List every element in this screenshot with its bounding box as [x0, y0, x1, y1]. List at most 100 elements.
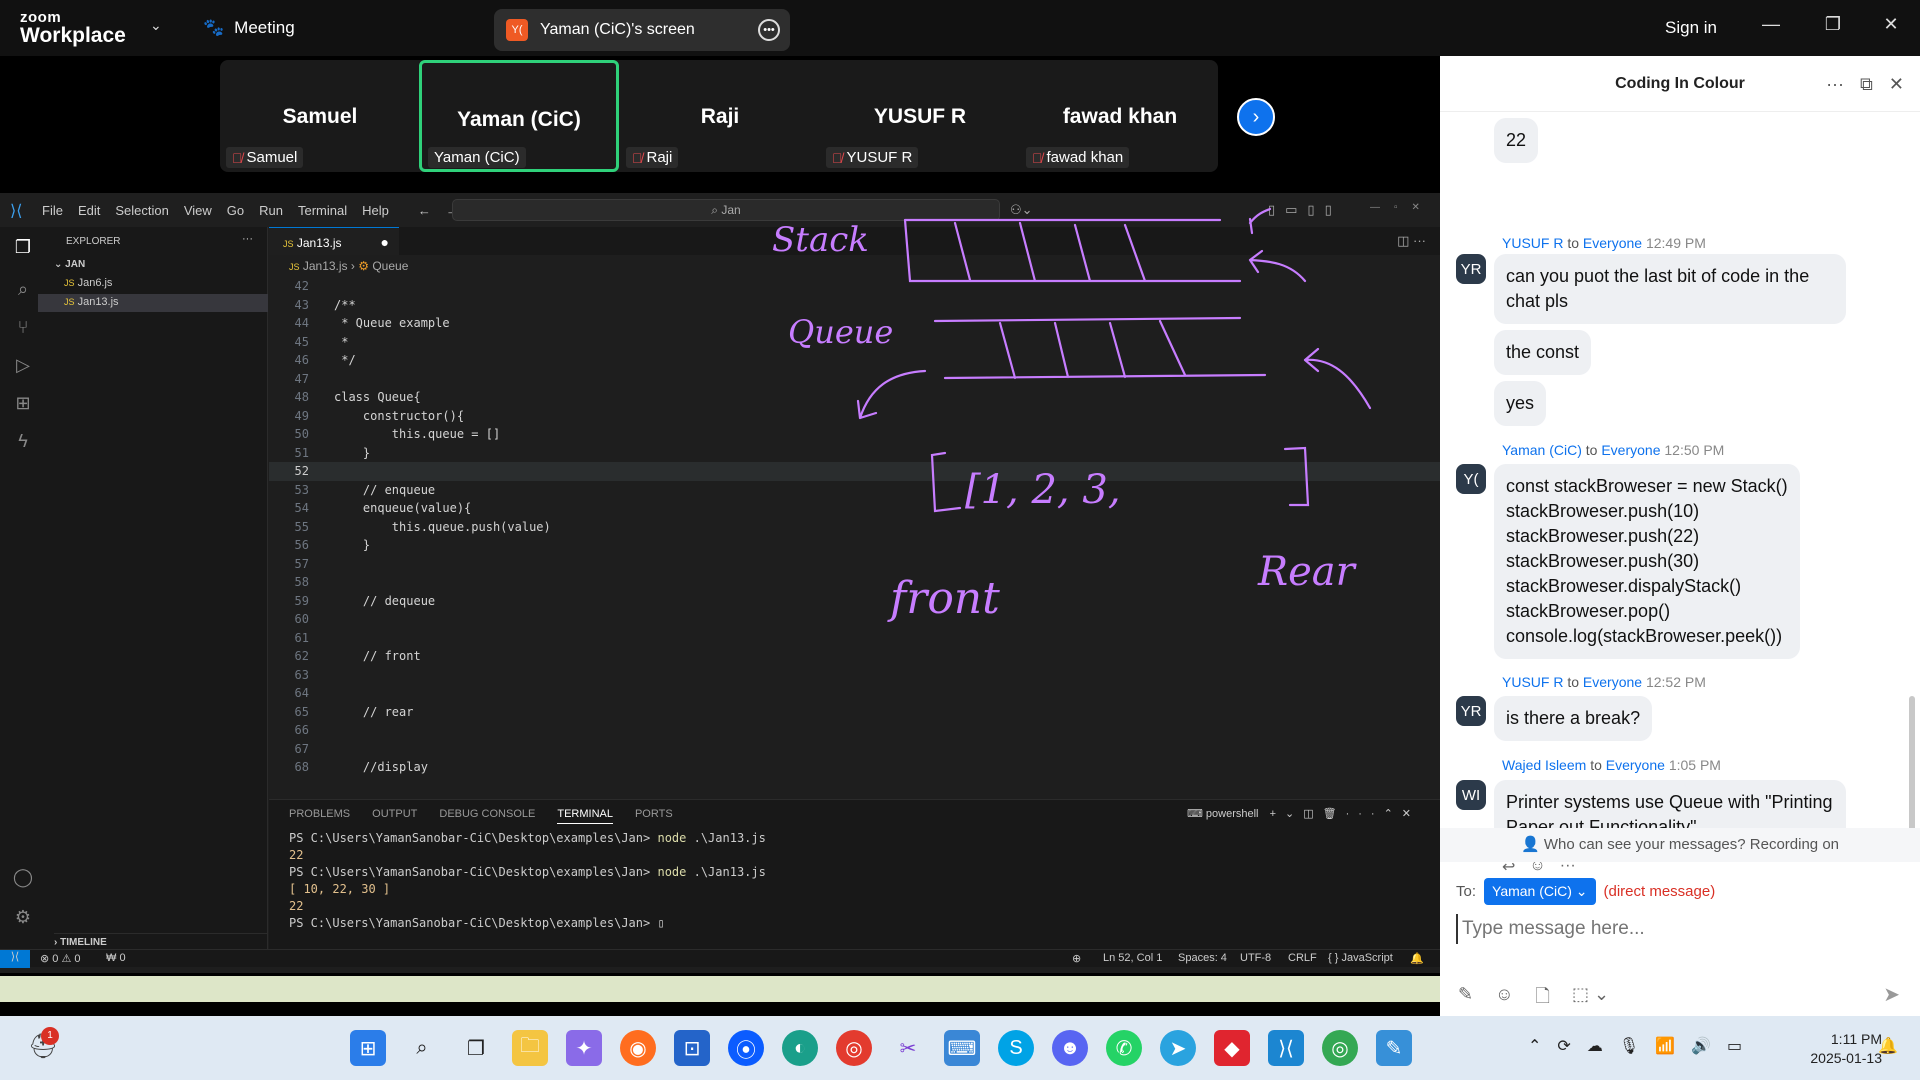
screen-share-pill[interactable]: Y( Yaman (CiC)'s screen ••• [494, 9, 790, 51]
windows-taskbar: ⛑ ⊞ ⌕ ❐ 🗀 ✦ ◉ ⊡ ⦿ ◐ ◎ ✂ ⌨ S ☻ ✆ ➤ ◆ ⟩⟨ ◎… [0, 1016, 1920, 1080]
ports-count[interactable]: ₩ 0 [106, 952, 126, 964]
terminal-output[interactable]: PS C:\Users\YamanSanobar-CiC\Desktop\exa… [289, 830, 766, 932]
telegram-icon[interactable]: ➤ [1160, 1030, 1196, 1066]
encoding[interactable]: UTF-8 [1240, 952, 1271, 964]
skype-icon[interactable]: S [998, 1030, 1034, 1066]
recipient-dropdown[interactable]: Yaman (CiC) ⌄ [1484, 878, 1596, 905]
snipping-tool-icon[interactable]: ✂ [890, 1030, 926, 1066]
bell-icon[interactable]: 🔔 [1410, 952, 1424, 965]
screenshot-icon[interactable]: ⬚ ⌄ [1572, 984, 1609, 1014]
emoji-icon[interactable]: ☺ [1495, 984, 1513, 1014]
zoom-icon[interactable]: ⊕ [1072, 952, 1081, 965]
shared-taskbar [0, 976, 1440, 1002]
paint-icon[interactable]: ✎ [1376, 1030, 1412, 1066]
chrome-icon[interactable]: ◎ [836, 1030, 872, 1066]
zoom-icon[interactable]: ⦿ [728, 1030, 764, 1066]
indentation[interactable]: Spaces: 4 [1178, 952, 1227, 964]
meeting-menu[interactable]: 🐾 Meeting [203, 18, 295, 38]
zoom-top-bar: zoom Workplace ⌄ 🐾 Meeting Y( Yaman (CiC… [0, 0, 1920, 56]
edge-icon[interactable]: ◐ [782, 1030, 818, 1066]
cloud-icon[interactable]: ☁ [1587, 1036, 1603, 1056]
terminal-line: 22 [289, 848, 304, 862]
close-icon[interactable]: ✕ [1889, 74, 1904, 95]
recipient-line: To: Yaman (CiC) ⌄ (direct message) [1456, 878, 1715, 905]
annotation-rear: Rear [1257, 549, 1358, 595]
send-icon[interactable]: ➤ [1883, 982, 1900, 1007]
more-icon[interactable]: ··· [1826, 74, 1844, 95]
language-mode[interactable]: { } JavaScript [1328, 952, 1393, 964]
mic-muted-icon: 🎙̸ [1032, 149, 1043, 166]
avatar: YR [1456, 696, 1486, 726]
anydesk-icon[interactable]: ◆ [1214, 1030, 1250, 1066]
firefox-icon[interactable]: ◉ [620, 1030, 656, 1066]
notification-bell-icon[interactable]: 🔔 [1878, 1036, 1898, 1056]
tab-ports[interactable]: PORTS [635, 808, 673, 824]
microphone-icon[interactable]: 🎙 [1619, 1036, 1639, 1056]
battery-icon[interactable]: ▭ [1727, 1036, 1742, 1056]
zoom-logo: zoom Workplace [20, 9, 126, 47]
clock[interactable]: 1:11 PM 2025-01-13 [1790, 1030, 1882, 1068]
queue-drawing [933, 316, 1267, 380]
minimize-icon[interactable]: — [1756, 14, 1786, 35]
chevron-right-icon: › [1252, 105, 1260, 128]
bracket-left [930, 451, 962, 513]
message-header: Wajed Isleem to Everyone 1:05 PM [1502, 757, 1721, 773]
participant-tile-samuel[interactable]: Samuel 🎙̸ Samuel [220, 60, 420, 172]
message-list: 22 YUSUF R to Everyone 12:49 PM YR can y… [1440, 112, 1908, 882]
format-icon[interactable]: ✎ [1458, 984, 1473, 1014]
task-view-icon[interactable]: ❐ [458, 1030, 494, 1066]
queue-arrow-left [856, 369, 927, 420]
visibility-notice[interactable]: 👤 Who can see your messages? Recording o… [1440, 828, 1920, 862]
chat-toolbar: ✎ ☺ 🗋 ⬚ ⌄ [1458, 984, 1609, 1014]
system-tray: ⌃ ⟳ ☁ 🎙 📶 🔊 ▭ [1528, 1036, 1742, 1056]
terminal-panel: PROBLEMS OUTPUT DEBUG CONSOLE TERMINAL P… [269, 799, 1440, 949]
avatar: YR [1456, 254, 1486, 284]
tab-problems[interactable]: PROBLEMS [289, 808, 350, 824]
next-page-button[interactable]: › [1237, 98, 1275, 136]
copilot-icon[interactable]: ✦ [566, 1030, 602, 1066]
chevron-down-icon[interactable]: ⌄ [150, 17, 162, 34]
participant-tile-fawad[interactable]: fawad khan 🎙̸ fawad khan [1020, 60, 1220, 172]
sync-icon[interactable]: ⟳ [1557, 1036, 1570, 1056]
close-icon[interactable]: ✕ [1876, 14, 1906, 35]
participant-tile-yusuf[interactable]: YUSUF R 🎙̸ YUSUF R [820, 60, 1020, 172]
remote-icon[interactable]: ⟩⟨ [0, 950, 30, 968]
vscode-icon[interactable]: ⟩⟨ [1268, 1030, 1304, 1066]
chat-message: 22 [1494, 118, 1539, 163]
participant-tile-raji[interactable]: Raji 🎙̸ Raji [620, 60, 820, 172]
tab-output[interactable]: OUTPUT [372, 808, 417, 824]
chat-scrollbar[interactable] [1909, 696, 1915, 831]
line-ending[interactable]: CRLF [1288, 952, 1317, 964]
mic-muted-icon: 🎙̸ [832, 149, 843, 166]
volume-icon[interactable]: 🔊 [1691, 1036, 1711, 1056]
annotation-array: [1, 2, 3, [965, 467, 1121, 513]
file-explorer-icon[interactable]: 🗀 [512, 1030, 548, 1066]
terminal-line: [ 10, 22, 30 ] [289, 882, 391, 896]
tab-terminal[interactable]: TERMINAL [557, 808, 613, 824]
file-icon[interactable]: 🗋 [1535, 984, 1549, 1014]
message-input[interactable] [1456, 914, 1906, 944]
problems-count[interactable]: ⊗ 0 ⚠ 0 [40, 952, 80, 965]
participant-tile-yaman[interactable]: Yaman (CiC) Yaman (CiC) [419, 60, 619, 172]
stack-drawing [903, 218, 1242, 283]
restore-icon[interactable]: ❐ [1818, 14, 1848, 35]
search-icon[interactable]: ⌕ [404, 1030, 440, 1066]
terminal-controls[interactable]: +⌄◫🗑···⌃✕ [1270, 808, 1420, 820]
tab-debug-console[interactable]: DEBUG CONSOLE [439, 808, 535, 824]
more-options-icon[interactable]: ••• [758, 19, 780, 41]
whatsapp-icon[interactable]: ✆ [1106, 1030, 1142, 1066]
chrome-profile-icon[interactable]: ◎ [1322, 1030, 1358, 1066]
store-icon[interactable]: ⊡ [674, 1030, 710, 1066]
sign-in-link[interactable]: Sign in [1665, 18, 1717, 38]
cursor-position[interactable]: Ln 52, Col 1 [1103, 952, 1162, 964]
discord-icon[interactable]: ☻ [1052, 1030, 1088, 1066]
keyboard-icon[interactable]: ⌨ [944, 1030, 980, 1066]
status-bar: ⟩⟨ ⊗ 0 ⚠ 0 ₩ 0 ⊕ Ln 52, Col 1 Spaces: 4 … [0, 949, 1440, 968]
wifi-icon[interactable]: 📶 [1655, 1036, 1675, 1056]
pop-out-icon[interactable]: ⧉ [1860, 74, 1873, 95]
chevron-up-icon[interactable]: ⌃ [1528, 1036, 1541, 1056]
avatar: Y( [1456, 464, 1486, 494]
chat-message: the const [1494, 330, 1592, 375]
message-header: Yaman (CiC) to Everyone 12:50 PM [1502, 442, 1725, 458]
start-icon[interactable]: ⊞ [350, 1030, 386, 1066]
